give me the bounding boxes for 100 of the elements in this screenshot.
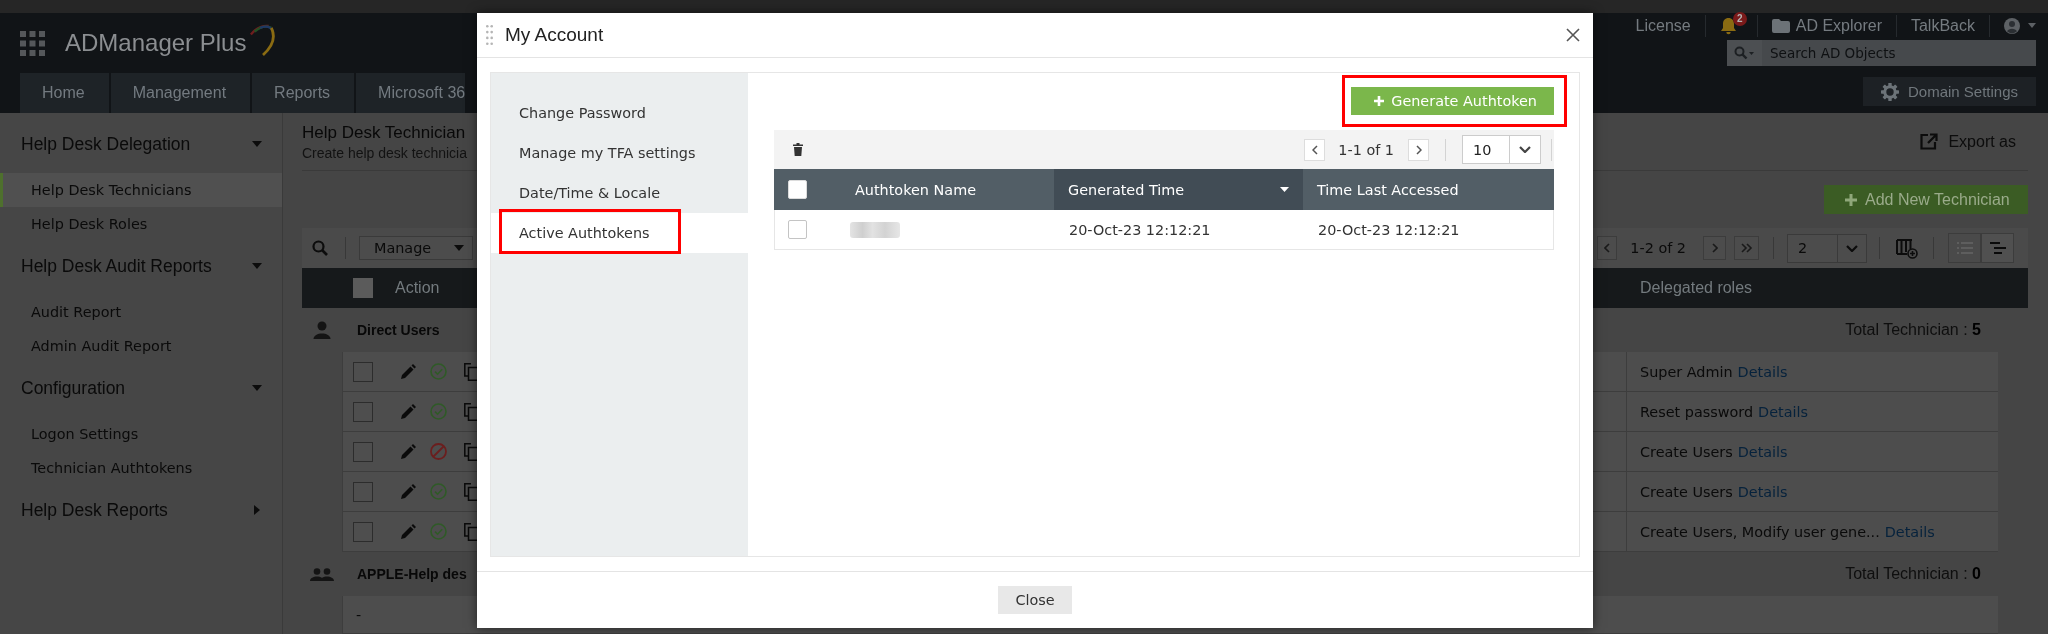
account-menu-item[interactable]: Manage my TFA settings	[491, 133, 748, 173]
details-link[interactable]: Details	[1737, 443, 1788, 460]
table-cell: 20-Oct-23 12:12:21	[1069, 221, 1211, 238]
generate-authtoken-button[interactable]: Generate Authtoken	[1351, 87, 1554, 115]
search-scope-button[interactable]	[1727, 40, 1762, 66]
copy-icon[interactable]	[464, 362, 477, 381]
role-name: Create Users	[1640, 443, 1733, 460]
sidebar-item[interactable]: Admin Audit Report	[0, 329, 282, 363]
role-name: Reset password	[1640, 403, 1754, 420]
user-icon	[313, 321, 331, 339]
nav-tab[interactable]: Microsoft 36	[356, 73, 466, 113]
sidebar-item[interactable]: Logon Settings	[0, 417, 282, 451]
domain-settings-button[interactable]: Domain Settings	[1863, 77, 2036, 106]
pencil-icon[interactable]	[400, 523, 416, 540]
role-name: Super Admin	[1640, 363, 1733, 380]
role-name: Create Users	[1640, 483, 1733, 500]
checkbox[interactable]	[353, 481, 373, 502]
sidebar-group-header[interactable]: Configuration	[0, 367, 282, 409]
chevron-left-icon	[1311, 144, 1318, 155]
manage-dropdown[interactable]: Manage	[359, 236, 473, 260]
ad-explorer-link[interactable]: AD Explorer	[1771, 16, 1882, 35]
header-link[interactable]: TalkBack	[1910, 16, 1975, 35]
pencil-icon[interactable]	[400, 483, 416, 500]
pencil-icon[interactable]	[400, 443, 416, 460]
nav-tab[interactable]: Home	[20, 73, 109, 113]
copy-icon[interactable]	[464, 522, 477, 541]
chevron-left-icon	[1604, 243, 1611, 253]
last-page-button[interactable]	[1734, 236, 1759, 260]
copy-icon[interactable]	[464, 442, 477, 461]
checkbox[interactable]	[353, 521, 373, 542]
column-add-icon[interactable]	[1896, 237, 1918, 259]
check-circle-icon[interactable]	[430, 363, 447, 380]
details-link[interactable]: Details	[1737, 483, 1788, 500]
sidebar-item[interactable]: Help Desk Technicians	[0, 173, 282, 207]
plus-icon	[1374, 96, 1385, 106]
account-menu-item[interactable]: Change Password	[491, 93, 748, 133]
account-menu-item[interactable]: Date/Time & Locale	[491, 173, 748, 213]
caret-down-icon	[454, 245, 464, 251]
technician-total: Total Technician : 0	[1845, 565, 1981, 583]
column-header[interactable]: Time Last Accessed	[1303, 169, 1554, 210]
sidebar-item[interactable]: Technician Authtokens	[0, 451, 282, 485]
gear-icon	[1880, 82, 1899, 101]
copy-icon[interactable]	[464, 402, 477, 421]
drag-handle-icon[interactable]	[486, 25, 493, 45]
add-technician-button[interactable]: Add New Technician	[1824, 185, 2028, 214]
group-name: Direct Users	[357, 322, 440, 338]
chevron-right-icon	[1415, 144, 1422, 155]
caret-down-icon	[2028, 23, 2036, 28]
technician-total: Total Technician : 5	[1845, 321, 1981, 339]
checkbox[interactable]	[353, 441, 373, 462]
group-name: APPLE-Help des	[357, 566, 467, 582]
caret-right-icon	[254, 505, 260, 515]
column-header: Action	[395, 279, 440, 297]
sort-caret-icon	[1280, 187, 1289, 192]
nav-tab[interactable]: Management	[110, 73, 251, 113]
dialog-title: My Account	[505, 24, 604, 46]
apps-grid-icon[interactable]	[20, 30, 45, 56]
sidebar-item[interactable]: Help Desk Roles	[0, 207, 282, 241]
nav-tab[interactable]: Reports	[252, 73, 355, 113]
ban-icon[interactable]	[430, 443, 447, 460]
check-circle-icon[interactable]	[430, 403, 447, 420]
column-header: Delegated roles	[1640, 279, 1754, 297]
details-link[interactable]: Details	[1737, 363, 1788, 380]
view-toggle-button[interactable]	[1981, 233, 2014, 263]
sidebar-item[interactable]: Audit Report	[0, 295, 282, 329]
check-circle-icon[interactable]	[430, 483, 447, 500]
column-header[interactable]: Authtoken Name	[841, 169, 1054, 210]
caret-down-icon	[252, 263, 262, 269]
sidebar-group-header[interactable]: Help Desk Reports	[0, 489, 282, 531]
copy-icon[interactable]	[464, 482, 477, 501]
header-link[interactable]: License	[1635, 16, 1691, 35]
dialog-close-button[interactable]	[1566, 28, 1580, 42]
details-link[interactable]: Details	[1884, 523, 1935, 540]
next-page-button[interactable]	[1703, 236, 1726, 260]
search-field[interactable]: Search AD Objects	[1762, 40, 2036, 66]
page-size-select[interactable]: 10	[1462, 135, 1541, 164]
user-menu-button[interactable]	[2004, 17, 2036, 34]
page-size-select[interactable]: 2	[1787, 233, 1867, 263]
export-icon	[1920, 133, 1939, 150]
checkbox[interactable]	[353, 401, 373, 422]
sidebar-group-header[interactable]: Help Desk Audit Reports	[0, 245, 282, 287]
plus-icon	[1845, 193, 1857, 206]
search-icon[interactable]	[312, 240, 328, 256]
trash-icon[interactable]	[793, 143, 803, 156]
sidebar-group-header[interactable]: Help Desk Delegation	[0, 123, 282, 165]
details-link[interactable]: Details	[1758, 403, 1808, 420]
bell-icon[interactable]	[1719, 16, 1737, 35]
pencil-icon[interactable]	[400, 403, 416, 420]
checkbox[interactable]	[353, 361, 373, 382]
table-cell: 20-Oct-23 12:12:21	[1318, 221, 1460, 238]
export-button[interactable]: Export as	[1920, 132, 2016, 151]
search-icon	[1734, 46, 1755, 60]
user-avatar-icon	[2004, 17, 2020, 34]
column-header[interactable]: Generated Time	[1054, 169, 1303, 210]
check-circle-icon[interactable]	[430, 523, 447, 540]
pencil-icon[interactable]	[400, 363, 416, 380]
previous-page-button[interactable]	[1597, 236, 1618, 260]
view-toggle-button[interactable]	[1948, 233, 1981, 263]
close-button[interactable]: Close	[998, 586, 1072, 614]
checkbox[interactable]	[353, 278, 373, 298]
